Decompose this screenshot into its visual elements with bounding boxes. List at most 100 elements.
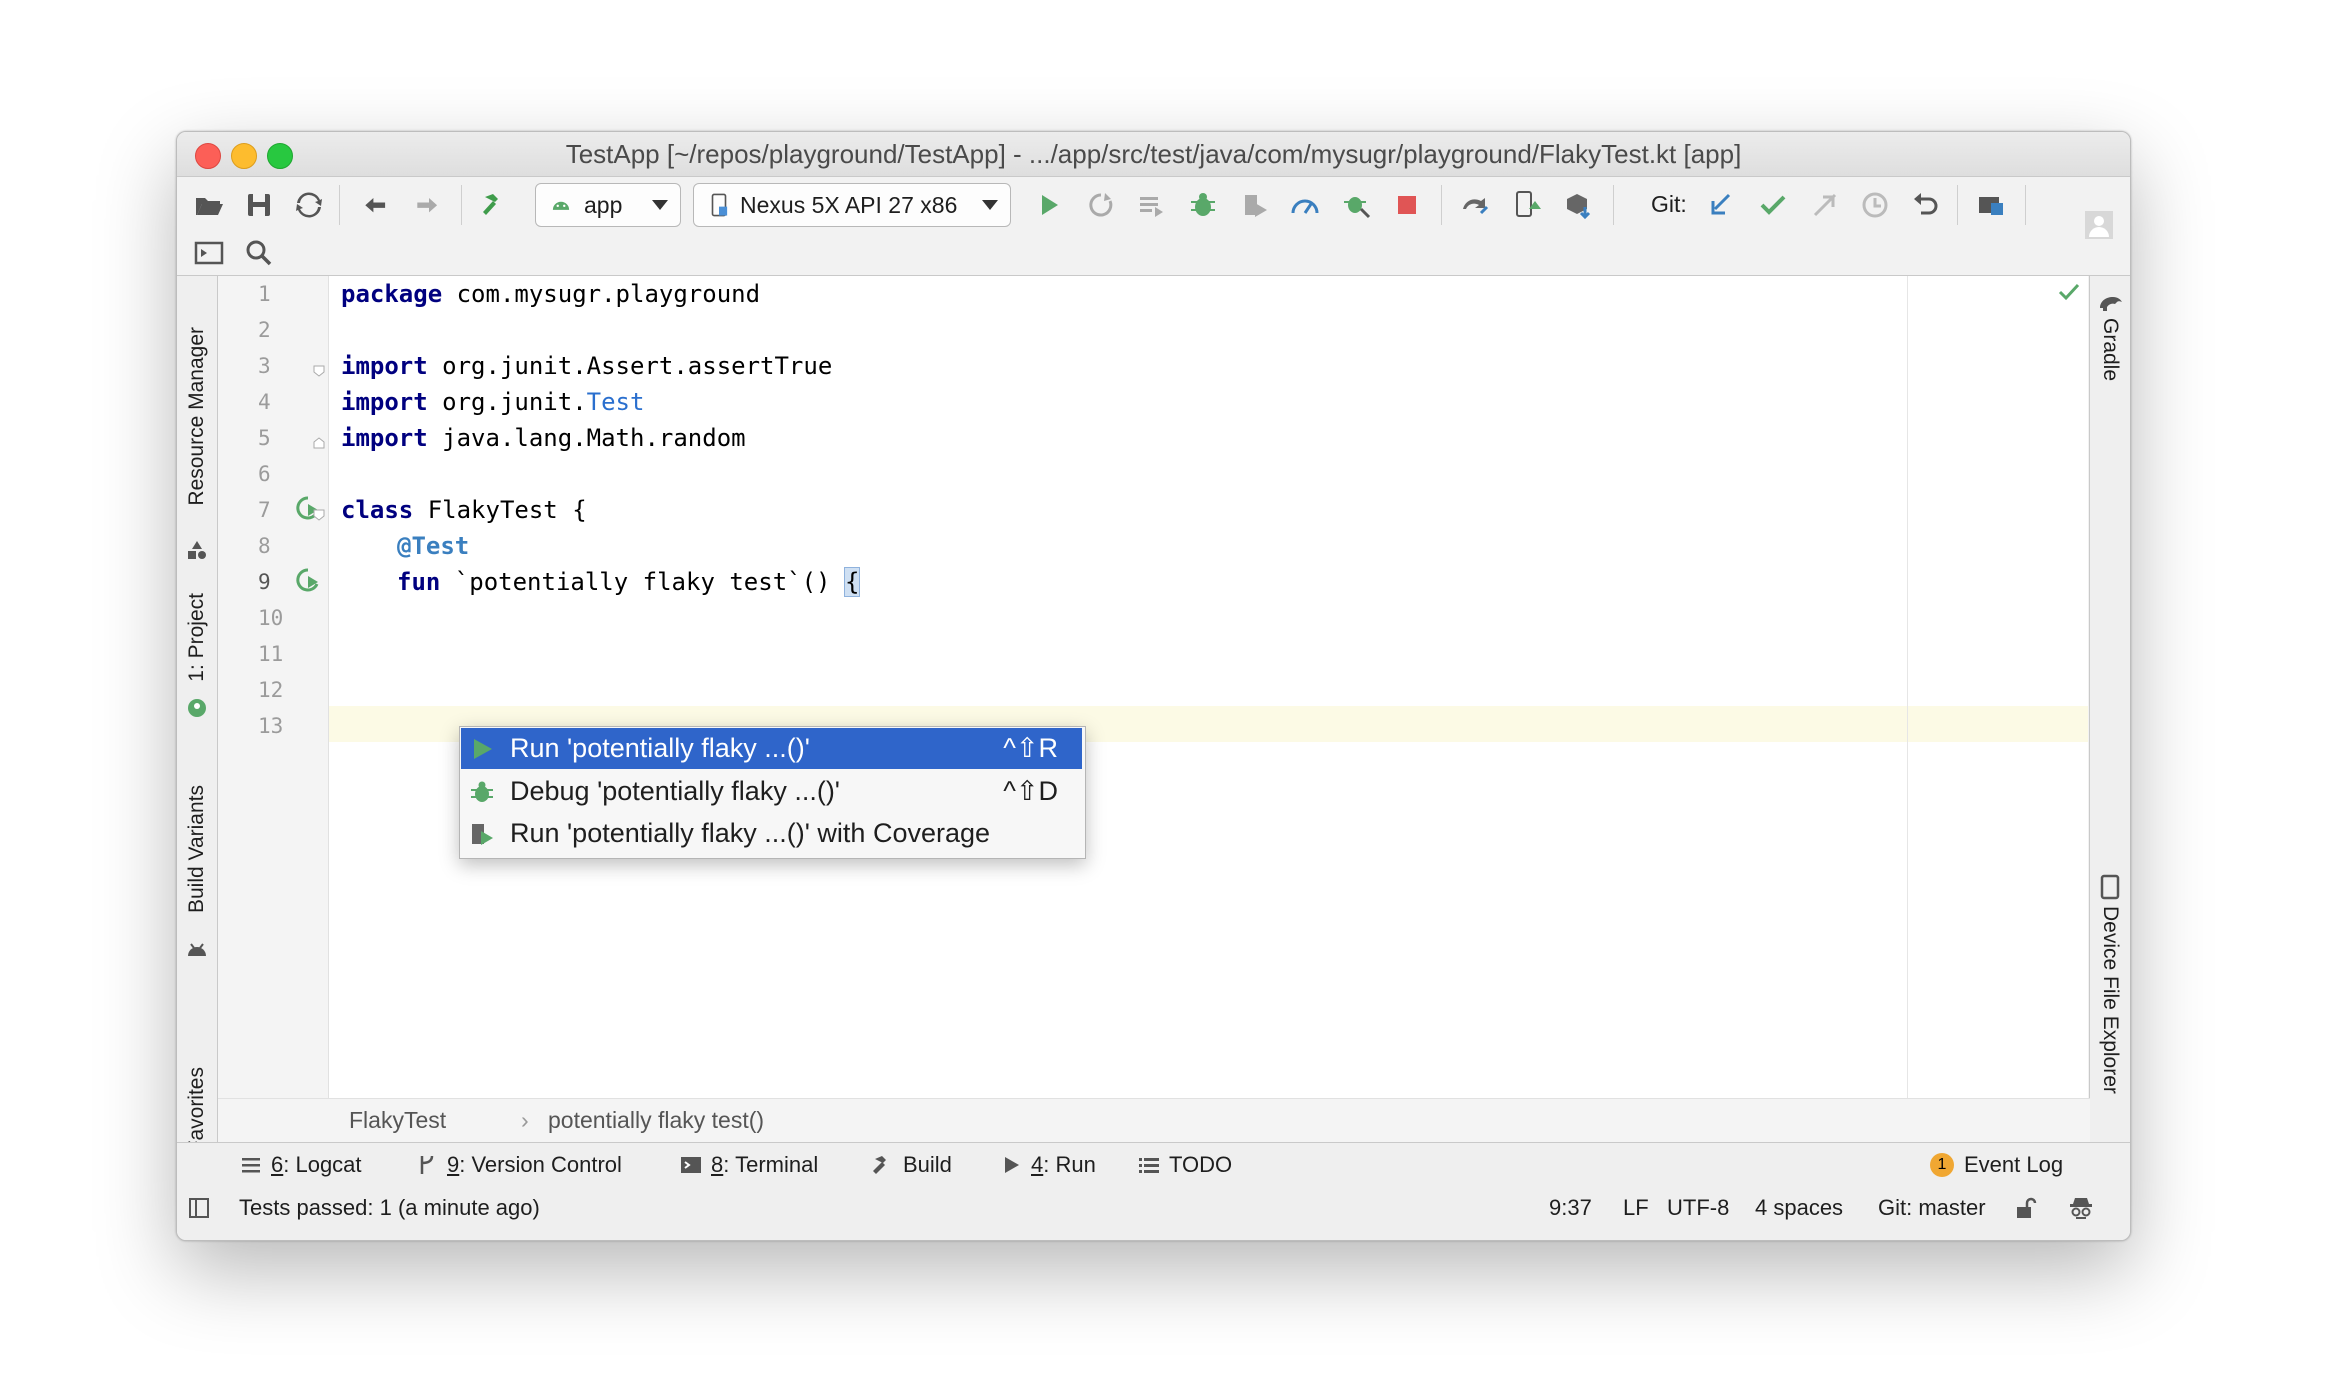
line-number: 4 (258, 390, 271, 414)
sync-icon[interactable] (291, 187, 327, 223)
indent-setting[interactable]: 4 spaces (1755, 1186, 1843, 1230)
tab-terminal[interactable]: 8: Terminal (679, 1143, 818, 1186)
save-icon[interactable] (241, 187, 277, 223)
history-clock-icon[interactable] (1857, 187, 1893, 223)
run-configuration-dropdown[interactable]: app (535, 183, 681, 227)
right-margin-guide (1907, 276, 1908, 1098)
menu-item-debug-test[interactable]: Debug 'potentially flaky ...()' ^⇧D (461, 771, 1082, 812)
terminal-icon (681, 1156, 701, 1173)
breadcrumb-class[interactable]: FlakyTest (349, 1107, 446, 1134)
git-label: Git: (1651, 191, 1687, 217)
rollback-icon[interactable] (1907, 187, 1943, 223)
tool-window-project[interactable]: 1: Project (179, 582, 215, 692)
tool-window-gradle[interactable]: Gradle (2092, 318, 2128, 381)
tab-version-control[interactable]: 9: Version Control (415, 1143, 622, 1186)
sync-gradle-icon[interactable] (1457, 187, 1493, 223)
fold-icon[interactable] (312, 364, 326, 378)
code-line-3: import org.junit.Assert.assertTrue (341, 352, 833, 380)
code-line-1: package com.mysugr.playground (341, 280, 761, 308)
chevron-down-icon (982, 200, 998, 210)
line-number: 9 (258, 570, 271, 594)
line-number: 11 (258, 642, 284, 666)
breadcrumb-method[interactable]: potentially flaky test() (548, 1107, 764, 1134)
tab-todo[interactable]: TODO (1137, 1143, 1232, 1186)
tool-window-resource-manager[interactable]: Resource Manager (179, 296, 215, 536)
sdk-manager-icon[interactable] (1561, 187, 1597, 223)
make-project-hammer-icon[interactable] (477, 187, 513, 223)
status-bar: Tests passed: 1 (a minute ago) 9:37 LF U… (177, 1186, 2130, 1240)
run-config-label: app (584, 191, 623, 218)
phone-icon (711, 193, 728, 217)
line-number: 6 (258, 462, 271, 486)
ide-window: TestApp [~/repos/playground/TestApp] - .… (176, 131, 2131, 1241)
tab-build[interactable]: Build (871, 1143, 952, 1186)
profile-gauge-icon[interactable] (1287, 187, 1323, 223)
run-icon[interactable] (1031, 187, 1067, 223)
vcs-icon (420, 1155, 434, 1174)
project-icon (188, 699, 206, 717)
line-number: 7 (258, 498, 271, 522)
breadcrumb: FlakyTest › potentially flaky test() (218, 1098, 2090, 1142)
stop-icon[interactable] (1389, 187, 1425, 223)
status-message[interactable]: Tests passed: 1 (a minute ago) (239, 1186, 540, 1230)
line-number: 5 (258, 426, 271, 450)
device-dropdown[interactable]: Nexus 5X API 27 x86 (693, 183, 1011, 227)
line-separator[interactable]: LF (1623, 1186, 1649, 1230)
unlock-icon[interactable] (2013, 1196, 2037, 1220)
coverage-icon (472, 824, 493, 845)
tool-window-device-file-explorer[interactable]: Device File Explorer (2092, 906, 2128, 1094)
logcat-icon (242, 1157, 260, 1172)
git-update-icon[interactable] (1703, 187, 1739, 223)
toggle-tool-windows-icon[interactable] (187, 1196, 211, 1220)
tab-event-log[interactable]: 1 Event Log (1930, 1143, 2063, 1186)
apply-changes-icon[interactable] (1083, 187, 1119, 223)
tool-window-build-variants[interactable]: Build Variants (179, 764, 215, 934)
android-icon (552, 201, 570, 210)
git-compare-icon[interactable] (1807, 187, 1843, 223)
attach-debugger-icon[interactable] (1339, 187, 1375, 223)
code-line-8: @Test (397, 532, 470, 560)
line-number: 8 (258, 534, 271, 558)
event-log-badge: 1 (1930, 1152, 1954, 1177)
run-test-popup-menu: Run 'potentially flaky ...()' ^⇧R Debug … (459, 726, 1086, 859)
inspector-icon[interactable] (2067, 1194, 2095, 1222)
fold-icon[interactable] (312, 436, 326, 450)
matched-brace: { (843, 567, 861, 597)
search-icon[interactable] (241, 235, 277, 271)
avd-manager-icon[interactable] (1509, 187, 1545, 223)
android-icon (188, 943, 206, 956)
line-number: 12 (258, 678, 284, 702)
gradle-icon (2100, 297, 2122, 311)
tab-logcat[interactable]: 6: Logcat (239, 1143, 362, 1186)
git-branch[interactable]: Git: master (1878, 1186, 1986, 1230)
project-structure-icon[interactable] (1973, 187, 2009, 223)
debug-bug-icon[interactable] (1185, 187, 1221, 223)
resource-manager-icon (188, 541, 206, 559)
run-test-gutter-icon[interactable] (294, 566, 322, 594)
todo-icon (1139, 1157, 1159, 1173)
git-commit-check-icon[interactable] (1755, 187, 1791, 223)
debug-icon (471, 781, 493, 802)
title-bar: TestApp [~/repos/playground/TestApp] - .… (177, 132, 2130, 177)
open-folder-icon[interactable] (191, 187, 227, 223)
menu-item-run-with-coverage[interactable]: Run 'potentially flaky ...()' with Cover… (461, 813, 1082, 854)
file-encoding[interactable]: UTF-8 (1667, 1186, 1729, 1230)
forward-arrow-icon[interactable] (409, 187, 445, 223)
code-editor[interactable]: package com.mysugr.playground import org… (329, 276, 2088, 1098)
editor-gutter: 1 2 3 4 5 6 7 8 9 10 11 12 13 (218, 276, 329, 1098)
hammer-icon (873, 1155, 886, 1174)
device-icon (2100, 874, 2120, 900)
terminal-window-icon[interactable] (191, 235, 227, 271)
tab-run[interactable]: 4: Run (999, 1143, 1096, 1186)
window-title: TestApp [~/repos/playground/TestApp] - .… (565, 139, 1742, 169)
line-number: 3 (258, 354, 271, 378)
left-tool-window-bar: Resource Manager 1: Project Build Varian… (177, 276, 218, 1177)
coverage-icon[interactable] (1237, 187, 1273, 223)
menu-item-run-test[interactable]: Run 'potentially flaky ...()' ^⇧R (461, 728, 1082, 769)
apply-code-changes-icon[interactable] (1133, 187, 1169, 223)
fold-icon[interactable] (312, 508, 326, 522)
caret-position[interactable]: 9:37 (1549, 1186, 1592, 1230)
back-arrow-icon[interactable] (357, 187, 393, 223)
main-toolbar: app Nexus 5X API 27 x86 Git: (177, 177, 2130, 276)
user-avatar-icon[interactable] (2081, 207, 2117, 243)
